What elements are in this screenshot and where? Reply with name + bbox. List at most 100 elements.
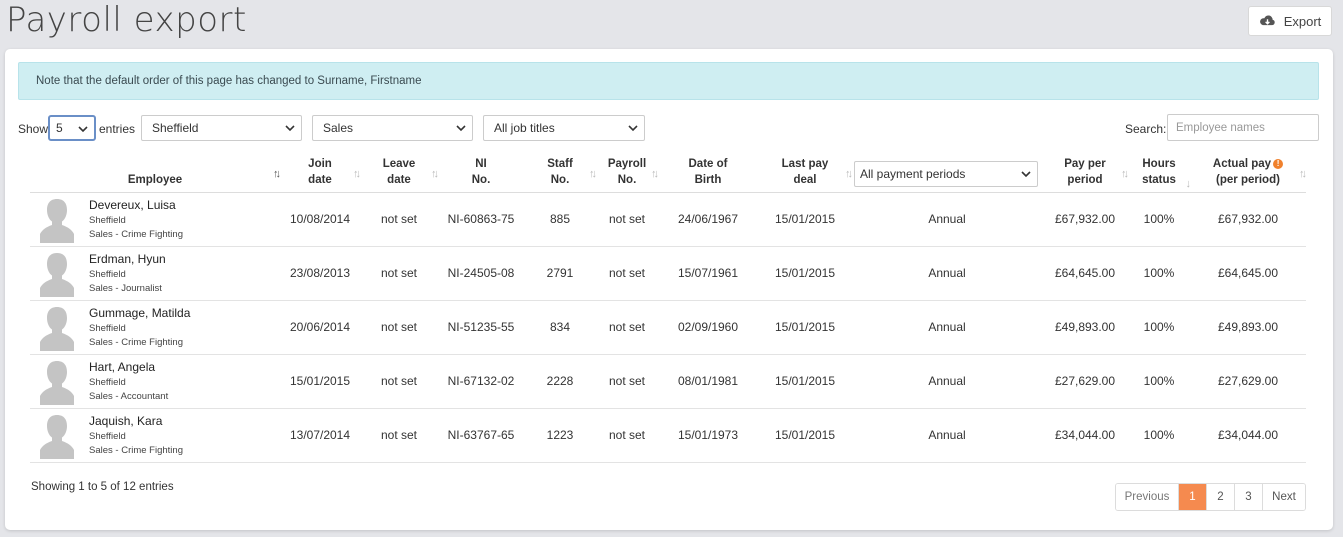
col-label: date: [308, 173, 332, 186]
cell-dob: 24/06/1967: [658, 192, 758, 247]
order-notice: Note that the default order of this page…: [18, 62, 1319, 100]
cell-period: Annual: [852, 354, 1042, 409]
col-label: No.: [617, 173, 637, 186]
show-label: Show: [18, 122, 49, 136]
table-header-row: Employee ↑↓ Join date ↑↓ Leave date ↑↓ NI No. …: [30, 152, 1307, 193]
sort-icon: ↑↓: [845, 168, 853, 180]
col-label: NI: [475, 157, 487, 170]
cell-hours: 100%: [1128, 354, 1190, 409]
payment-period-value: All payment periods: [860, 167, 966, 181]
employee-cell: Hart, Angela Sheffield Sales - Accountant: [30, 354, 280, 409]
cell-leave: not set: [360, 192, 438, 247]
sort-icon: ↑↓: [1299, 168, 1307, 180]
employee-name[interactable]: Jaquish, Kara: [89, 414, 162, 428]
col-payroll-number[interactable]: Payroll No. ↑↓: [596, 152, 659, 193]
employee-cell: Devereux, Luisa Sheffield Sales - Crime Fi…: [30, 192, 280, 247]
cell-payroll: not set: [596, 354, 658, 409]
department-value: Sales: [323, 121, 354, 135]
location-value: Sheffield: [152, 121, 199, 135]
col-hours-status[interactable]: Hours status ↓: [1128, 152, 1191, 193]
col-label: No.: [471, 173, 491, 186]
cell-ni: NI-67132-02: [438, 354, 524, 409]
sort-icon: ↑↓: [1121, 168, 1129, 180]
col-leave-date[interactable]: Leave date ↑↓: [360, 152, 439, 193]
col-staff-number[interactable]: Staff No. ↑↓: [524, 152, 597, 193]
page-length-select[interactable]: 5: [48, 115, 96, 141]
col-label: Join: [308, 157, 332, 170]
next-page-button[interactable]: Next: [1263, 484, 1305, 510]
previous-page-button[interactable]: Previous: [1116, 484, 1179, 510]
table-row[interactable]: Devereux, Luisa Sheffield Sales - Crime Fi…: [30, 192, 1306, 247]
cell-staff: 2228: [524, 354, 596, 409]
export-label: Export: [1283, 13, 1322, 29]
employee-name[interactable]: Hart, Angela: [89, 360, 155, 374]
employee-name[interactable]: Gummage, Matilda: [89, 306, 190, 320]
chevron-down-icon: [1021, 171, 1031, 178]
employee-name[interactable]: Erdman, Hyun: [89, 252, 166, 266]
page-1-button[interactable]: 1: [1179, 484, 1207, 510]
cell-dob: 02/09/1960: [658, 300, 758, 355]
table-row[interactable]: Hart, Angela Sheffield Sales - Accountant 1…: [30, 354, 1306, 409]
table-row[interactable]: Gummage, Matilda Sheffield Sales - Crime F…: [30, 300, 1306, 355]
export-button[interactable]: Export: [1248, 6, 1332, 36]
cell-payroll: not set: [596, 192, 658, 247]
employee-role: Sales - Journalist: [89, 282, 162, 294]
table-row[interactable]: Erdman, Hyun Sheffield Sales - Journalist 2…: [30, 246, 1306, 301]
job-title-select[interactable]: All job titles: [483, 115, 645, 141]
sort-icon: ↓: [1185, 178, 1191, 190]
payment-period-select[interactable]: All payment periods: [854, 161, 1038, 187]
col-label: Hours: [1142, 157, 1176, 170]
col-label: No.: [550, 173, 570, 186]
search-input[interactable]: [1167, 114, 1319, 141]
cell-period: Annual: [852, 408, 1042, 463]
sort-icon: ↑↓: [353, 168, 361, 180]
cell-dob: 08/01/1981: [658, 354, 758, 409]
cell-join: 10/08/2014: [280, 192, 360, 247]
cell-actual: £67,932.00: [1190, 192, 1306, 247]
cell-ni: NI-63767-65: [438, 408, 524, 463]
cell-ni: NI-60863-75: [438, 192, 524, 247]
table-row[interactable]: Jaquish, Kara Sheffield Sales - Crime Figh…: [30, 408, 1306, 463]
cell-ni: NI-24505-08: [438, 246, 524, 301]
page-2-button[interactable]: 2: [1207, 484, 1235, 510]
cell-staff: 885: [524, 192, 596, 247]
employee-cell: Gummage, Matilda Sheffield Sales - Crime F…: [30, 300, 280, 355]
col-employee[interactable]: Employee ↑↓: [30, 152, 281, 193]
cloud-download-icon: [1259, 15, 1275, 26]
cell-hours: 100%: [1128, 192, 1190, 247]
employee-name[interactable]: Devereux, Luisa: [89, 198, 176, 212]
cell-payper: £64,645.00: [1042, 246, 1128, 301]
cell-ni: NI-51235-55: [438, 300, 524, 355]
page-title: Payroll export: [6, 0, 247, 40]
cell-staff: 2791: [524, 246, 596, 301]
location-select[interactable]: Sheffield: [141, 115, 302, 141]
col-payment-period: All payment periods: [852, 152, 1042, 193]
col-employee-label: Employee: [127, 173, 183, 186]
page-length-value: 5: [56, 121, 63, 135]
col-join-date[interactable]: Join date ↑↓: [280, 152, 361, 193]
employee-role: Sales - Crime Fighting: [89, 336, 183, 348]
col-ni-number[interactable]: NI No.: [438, 152, 524, 193]
col-actual-pay[interactable]: Actual pay! (per period) ↑↓: [1190, 152, 1307, 193]
col-last-pay-deal[interactable]: Last pay deal ↑↓: [758, 152, 853, 193]
payroll-card: Note that the default order of this page…: [5, 49, 1333, 530]
cell-hours: 100%: [1128, 300, 1190, 355]
cell-payper: £27,629.00: [1042, 354, 1128, 409]
cell-leave: not set: [360, 408, 438, 463]
page-3-button[interactable]: 3: [1235, 484, 1263, 510]
pagination: Previous 1 2 3 Next: [1115, 483, 1306, 511]
chevron-down-icon: [285, 125, 295, 132]
cell-lastpay: 15/01/2015: [758, 354, 852, 409]
col-date-of-birth[interactable]: Date of Birth: [658, 152, 758, 193]
cell-actual: £64,645.00: [1190, 246, 1306, 301]
col-label: Actual pay: [1212, 157, 1272, 170]
cell-join: 20/06/2014: [280, 300, 360, 355]
cell-actual: £49,893.00: [1190, 300, 1306, 355]
cell-lastpay: 15/01/2015: [758, 246, 852, 301]
cell-payper: £49,893.00: [1042, 300, 1128, 355]
info-icon[interactable]: !: [1273, 158, 1284, 169]
entries-label: entries: [99, 122, 136, 136]
col-pay-per-period[interactable]: Pay per period ↑↓: [1042, 152, 1129, 193]
employee-location: Sheffield: [89, 322, 126, 334]
department-select[interactable]: Sales: [312, 115, 473, 141]
